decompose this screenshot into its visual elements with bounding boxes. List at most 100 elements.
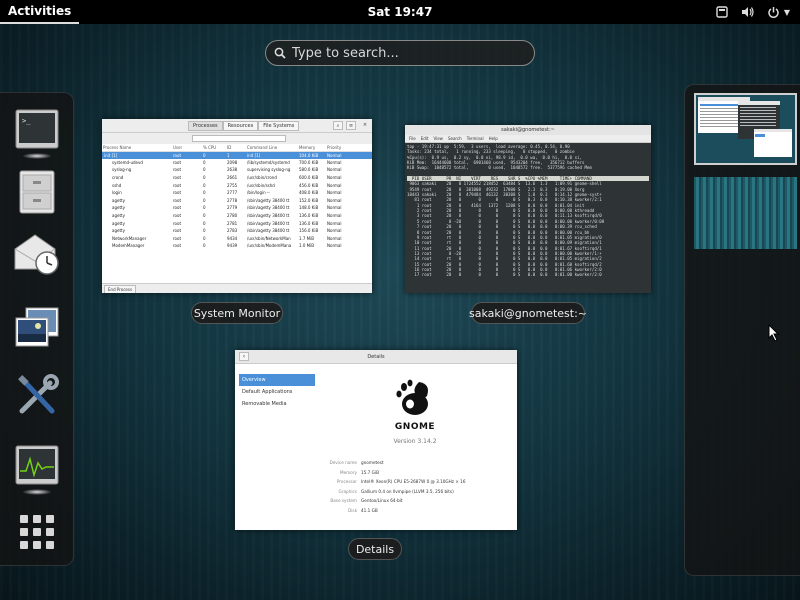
image-viewer-icon[interactable]	[12, 303, 62, 353]
details-info-key: Base system	[330, 498, 357, 503]
table-row[interactable]: ModemManager root 0 9439/usr/sbin/ModemMana…	[102, 242, 372, 250]
tab-resources[interactable]: Resources	[222, 121, 259, 131]
column-header[interactable]: ID	[226, 144, 246, 152]
sidebar-item-removable-media[interactable]: Removable Media	[239, 398, 315, 410]
terminal-output[interactable]: top - 19:47:31 up 5:59, 3 users, load av…	[405, 143, 651, 293]
activities-button[interactable]: Activities	[0, 0, 80, 24]
evolution-icon[interactable]	[12, 229, 62, 279]
files-icon[interactable]	[12, 167, 62, 217]
table-cell: 136.0 KiB	[299, 220, 319, 226]
system-monitor-window[interactable]: Processes Resources File Systems ⌕ ≡ × P…	[102, 119, 372, 293]
table-cell: 0	[203, 197, 206, 203]
table-row[interactable]: agetty root 0 2780/sbin/agetty 38400 tt 136.…	[102, 212, 372, 220]
end-process-button[interactable]: End Process	[104, 285, 137, 293]
table-row[interactable]: syslog-ng root 0 2638 supervising syslog-ng 5…	[102, 166, 372, 174]
system-monitor-icon[interactable]	[12, 441, 62, 491]
svg-text:>_: >_	[22, 117, 31, 125]
sidebar-item-default-applications[interactable]: Default Applications	[239, 386, 315, 398]
column-header[interactable]: User	[172, 144, 202, 152]
table-cell: root	[173, 228, 182, 234]
table-cell: 0	[202, 151, 226, 159]
details-info-row: Device name gnometest	[321, 460, 511, 469]
details-window[interactable]: ‹ Details Overview Default Applications …	[235, 350, 517, 530]
table-cell: 0	[203, 213, 206, 219]
menu-item[interactable]: Terminal	[467, 136, 484, 141]
column-header[interactable]: Priority	[326, 144, 372, 152]
volume-icon[interactable]	[740, 4, 756, 20]
menu-item[interactable]: Edit	[421, 136, 429, 141]
process-filter-input[interactable]	[192, 135, 286, 142]
table-cell: root	[173, 197, 182, 203]
table-row[interactable]: agetty root 0 2781/sbin/agetty 38400 tt 136.…	[102, 219, 372, 227]
menu-item[interactable]: File	[409, 136, 416, 141]
screen-icon[interactable]	[714, 4, 730, 20]
table-row[interactable]: agetty root 0 2783/sbin/agetty 38400 tt 156.…	[102, 227, 372, 235]
clock[interactable]: Sat 19:47	[368, 5, 433, 19]
gear-icon[interactable]: ≡	[346, 121, 356, 130]
workspace-2[interactable]	[694, 177, 797, 249]
table-cell: /sbin/agetty 38400 tt	[247, 197, 290, 203]
search-entry[interactable]	[265, 40, 535, 66]
table-cell: 1.7 MiB	[299, 235, 314, 241]
details-info-value: gnometest	[361, 460, 384, 465]
details-info-row: Disk 41.1 GB	[321, 508, 511, 517]
table-cell: 0	[203, 167, 206, 173]
workspace-1[interactable]	[694, 93, 797, 165]
tab-file-systems[interactable]: File Systems	[258, 121, 300, 131]
table-cell: root	[173, 220, 182, 226]
table-row[interactable]: agetty root 0 2779/sbin/agetty 38400 tt 148.…	[102, 204, 372, 212]
window-caption-system-monitor[interactable]: System Monitor	[191, 302, 283, 324]
details-info-key: Disk	[348, 507, 357, 513]
table-row[interactable]: crond root 0 2661/usr/sbin/crond 600.0 KiB No…	[102, 174, 372, 182]
details-info-row: Memory 15.7 GiB	[321, 470, 511, 479]
table-row[interactable]: sshd root 0 2755/usr/sbin/sshd 456.0 KiB Norm…	[102, 181, 372, 189]
table-cell: 600.0 KiB	[299, 175, 319, 181]
system-tray: ▼	[714, 0, 790, 24]
table-cell: agetty	[112, 213, 125, 219]
menu-item[interactable]: Search	[448, 136, 462, 141]
menu-item[interactable]: Help	[489, 136, 498, 141]
table-cell: 0	[203, 205, 206, 211]
chevron-down-icon[interactable]: ▼	[784, 8, 790, 17]
settings-tools-icon[interactable]	[12, 371, 62, 421]
menu-item[interactable]: View	[433, 136, 443, 141]
system-monitor-toolbar: Processes Resources File Systems ⌕ ≡ ×	[102, 119, 372, 133]
system-monitor-footer: End Process	[102, 283, 372, 293]
power-icon[interactable]	[766, 4, 782, 20]
details-info-row: Processor Intel® Xeon(R) CPU E5-2687W 0 @…	[321, 479, 511, 488]
table-cell: ModemManager	[112, 243, 145, 249]
details-info-row: Base system Gentoo/Linux 64-bit	[321, 498, 511, 507]
table-row[interactable]: login root 0 2777/bin/login -- 408.0 KiB Norm…	[102, 189, 372, 197]
show-applications-icon[interactable]	[12, 507, 62, 557]
close-icon[interactable]: ×	[360, 121, 370, 130]
column-header[interactable]: Command Line	[246, 144, 298, 152]
details-info-value: 41.1 GB	[361, 507, 378, 513]
details-info-key: Graphics	[338, 488, 358, 494]
terminal-window[interactable]: sakaki@gnometest:~ File Edit View Search Ter…	[405, 125, 651, 293]
table-row[interactable]: agetty root 0 2778/sbin/agetty 38400 tt 152.…	[102, 197, 372, 205]
terminal-icon[interactable]: >_	[12, 105, 62, 155]
column-header[interactable]: % CPU	[202, 144, 226, 152]
table-row[interactable]: systemd-udevd root 0 2098/lib/systemd/syste…	[102, 159, 372, 167]
search-input[interactable]	[292, 45, 512, 61]
table-cell: Normal	[327, 213, 342, 219]
column-header[interactable]: Memory	[298, 144, 326, 152]
table-cell: Normal	[327, 228, 342, 234]
table-cell: /sbin/agetty 38400 tt	[247, 220, 290, 226]
running-indicator	[22, 153, 52, 159]
window-caption-details[interactable]: Details	[348, 538, 402, 560]
sidebar-item-overview[interactable]: Overview	[239, 374, 315, 386]
table-cell: 2638	[227, 167, 238, 173]
window-caption-terminal[interactable]: sakaki@gnometest:~	[469, 302, 587, 324]
column-header[interactable]: Process Name	[102, 144, 172, 152]
table-cell: /usr/sbin/NetworkMan	[247, 235, 291, 241]
table-cell: /usr/sbin/crond	[247, 175, 277, 181]
table-cell: 2780	[227, 213, 238, 219]
search-icon[interactable]: ⌕	[333, 121, 343, 130]
table-cell: /sbin/agetty 38400 tt	[247, 205, 290, 211]
details-info-value: Intel® Xeon(R) CPU E5-2687W 0 @ 3.10GHz …	[361, 479, 466, 484]
table-row[interactable]: NetworkManager root 0 9434/usr/sbin/Network…	[102, 235, 372, 243]
back-button[interactable]: ‹	[239, 352, 249, 361]
tab-processes[interactable]: Processes	[188, 121, 223, 131]
table-row[interactable]: init [1] root 0 1 init [1] 104.0 KiB Normal	[102, 151, 372, 159]
